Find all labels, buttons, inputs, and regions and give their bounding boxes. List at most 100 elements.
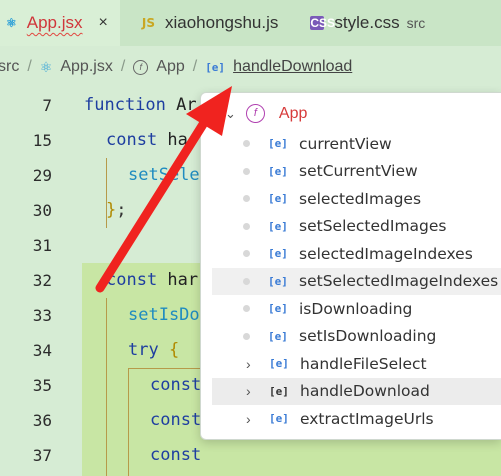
breadcrumb-app-jsx[interactable]: ⚛ App.jsx — [40, 58, 113, 76]
react-icon: ⚛ — [39, 58, 53, 75]
chevron-right-icon[interactable]: › — [246, 411, 270, 427]
breadcrumb-separator: / — [27, 58, 32, 75]
breadcrumb-label: App — [156, 58, 185, 75]
code-token: Ar — [176, 95, 197, 115]
dot-icon — [243, 167, 250, 175]
variable-icon: [e] — [268, 302, 288, 315]
outline-item-label: markdownContent — [299, 437, 442, 439]
outline-item-label: currentView — [299, 134, 392, 153]
breadcrumb-separator: / — [192, 58, 198, 75]
code-text: const — [150, 368, 201, 403]
tab-label: style.css — [334, 13, 400, 32]
code-token: setIsDo — [128, 305, 200, 325]
code-text: const har — [106, 263, 198, 298]
outline-item[interactable]: [e] setIsDownloading — [212, 323, 501, 350]
code-text: function Ar — [84, 88, 197, 123]
variable-icon: [e] — [268, 247, 288, 260]
outline-item[interactable]: › [e] handleFileSelect — [212, 350, 501, 377]
code-token: const — [106, 270, 168, 290]
outline-item-label: handleFileSelect — [300, 354, 427, 373]
chevron-right-icon[interactable]: › — [246, 356, 270, 372]
line-number: 30 — [32, 201, 52, 220]
dot-icon — [243, 222, 250, 230]
breadcrumb-label: App.jsx — [60, 58, 113, 75]
dot-icon — [243, 332, 250, 340]
dot-icon — [243, 305, 250, 312]
variable-icon: [e] — [268, 274, 288, 288]
outline-item[interactable]: › [e] handleDownload — [212, 377, 501, 405]
code-text: const — [150, 403, 201, 438]
code-line[interactable]: 37 const — [0, 438, 501, 473]
function-icon: f — [133, 59, 149, 75]
variable-icon: [e] — [268, 440, 285, 441]
line-number: 29 — [32, 166, 52, 185]
code-text: }; — [106, 193, 127, 228]
react-icon: ⚛ — [6, 16, 17, 30]
tab-path-suffix: src — [406, 15, 426, 31]
dot-icon — [243, 195, 250, 202]
code-token: ; — [116, 200, 127, 220]
tab-app-jsx[interactable]: ⚛ App.jsx × — [0, 0, 120, 46]
dot-icon — [243, 250, 250, 257]
code-token: try — [128, 340, 169, 360]
outline-item[interactable]: › [e] extractImageUrls — [212, 405, 501, 432]
tab-label: xiaohongshu.js — [164, 13, 279, 32]
outline-header-label: App — [278, 104, 308, 122]
line-number: 15 — [32, 131, 52, 150]
outline-item[interactable]: [e] selectedImages — [212, 185, 501, 212]
dot-icon — [243, 277, 250, 285]
code-token: setSele — [128, 165, 200, 185]
outline-item-label: selectedImages — [299, 189, 422, 208]
code-text: try { — [128, 333, 179, 368]
code-text: setIsDo — [128, 298, 200, 333]
variable-icon: [e] — [269, 384, 289, 398]
outline-item[interactable]: [e] isDownloading — [212, 295, 501, 322]
code-token: { — [168, 340, 180, 360]
code-text: const ha — [106, 123, 188, 158]
outline-item-label: isDownloading — [299, 299, 413, 318]
css-icon: CSS — [310, 16, 336, 30]
variable-icon: [e] — [269, 412, 289, 425]
breadcrumb-handle-download[interactable]: [e] handleDownload — [205, 58, 352, 76]
line-number: 32 — [32, 271, 52, 290]
outline-item[interactable]: [e] setSelectedImageIndexes — [212, 267, 501, 295]
outline-item-label: setSelectedImageIndexes — [299, 272, 499, 290]
outline-item[interactable]: [e] selectedImageIndexes — [212, 240, 501, 267]
function-icon: f — [245, 104, 265, 123]
breadcrumb-src[interactable]: src — [0, 58, 19, 76]
variable-icon: [e] — [268, 137, 288, 150]
tab-label: App.jsx — [26, 13, 83, 32]
outline-item[interactable]: [e] currentView — [212, 130, 501, 157]
chevron-down-icon[interactable]: ⌄ — [225, 106, 236, 122]
line-number: 37 — [32, 446, 52, 465]
code-token: const — [150, 410, 202, 430]
variable-icon: [e] — [269, 357, 289, 370]
outline-item[interactable]: [e] markdownContent — [212, 433, 501, 441]
line-number: 33 — [32, 306, 52, 325]
outline-item-label: setIsDownloading — [299, 327, 437, 345]
line-number: 35 — [32, 376, 52, 395]
line-number: 36 — [32, 411, 52, 430]
code-text: setSele — [128, 158, 200, 193]
close-icon[interactable]: × — [99, 14, 108, 32]
tab-xiaohongshu-js[interactable]: JS xiaohongshu.js — [120, 0, 291, 46]
outline-item-label: setSelectedImages — [299, 217, 447, 235]
outline-item[interactable]: [e] setCurrentView — [212, 158, 501, 185]
tab-style-css[interactable]: CSS style.css src — [290, 0, 437, 46]
variable-icon: [e] — [205, 60, 226, 74]
line-number: 7 — [42, 96, 52, 115]
code-token: const — [150, 445, 202, 465]
outline-item-label: setCurrentView — [299, 162, 418, 180]
outline-dropdown: ⌄ f App [e] currentView [e] setCurrentView[… — [200, 92, 501, 440]
breadcrumb-app-function[interactable]: f App — [133, 58, 185, 76]
outline-item-label: extractImageUrls — [300, 409, 434, 428]
js-icon: JS — [141, 16, 155, 30]
tab-bar: ⚛ App.jsx × JS xiaohongshu.js CSS style.… — [0, 0, 501, 46]
chevron-right-icon[interactable]: › — [246, 383, 270, 399]
breadcrumb-separator: / — [120, 58, 126, 75]
outline-item[interactable]: [e] setSelectedImages — [212, 213, 501, 240]
variable-icon: [e] — [268, 164, 288, 178]
outline-header-app[interactable]: ⌄ f App — [225, 104, 307, 123]
code-token: } — [106, 200, 117, 220]
variable-icon: [e] — [268, 192, 288, 205]
